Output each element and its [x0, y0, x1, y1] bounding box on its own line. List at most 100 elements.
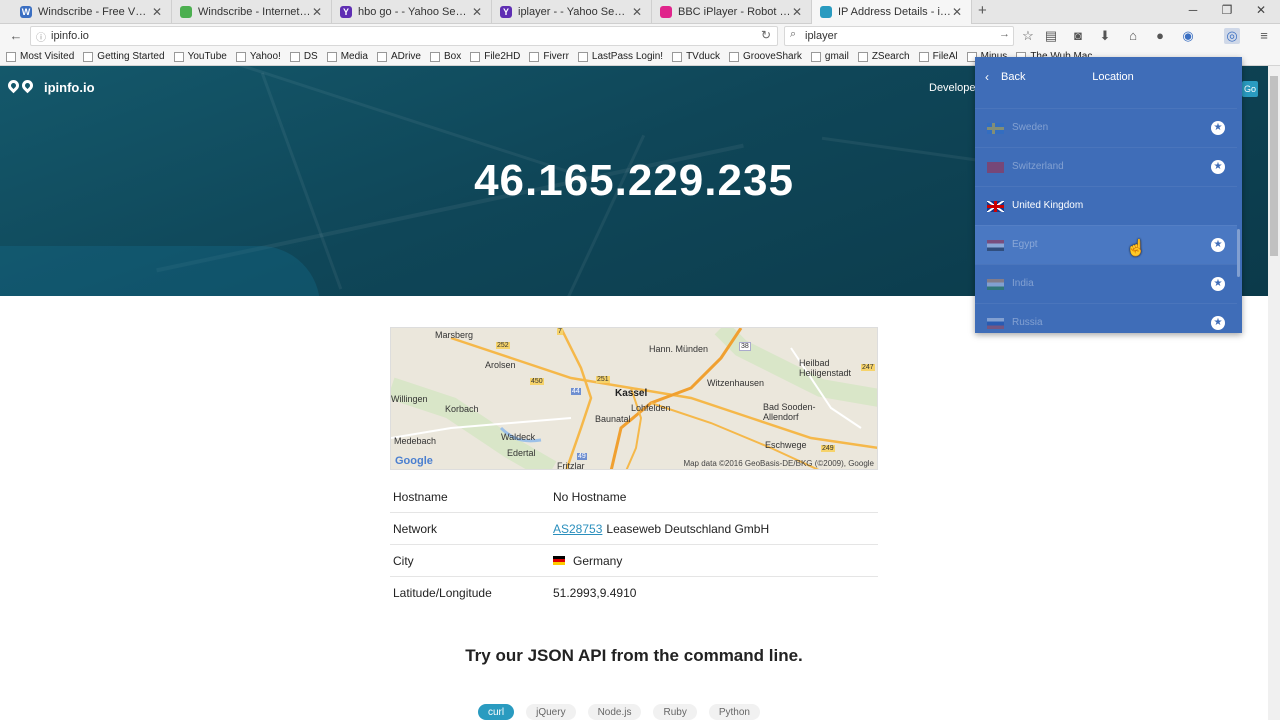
road-number: 450 — [530, 378, 544, 385]
egypt-flag-icon — [987, 240, 1004, 251]
map-label: Waldeck — [501, 432, 536, 442]
bookmark-item[interactable]: Most Visited — [6, 51, 74, 62]
map-label: Kassel — [615, 388, 648, 399]
panel-scrollbar[interactable] — [1237, 229, 1240, 277]
location-item-russia[interactable]: Russia ★ — [975, 303, 1237, 333]
yahoo-icon: Y — [340, 6, 352, 18]
bookmark-item[interactable]: YouTube — [173, 51, 227, 62]
url-bar[interactable]: ⓘ ipinfo.io ↻ — [30, 26, 778, 46]
bookmark-item[interactable]: ADrive — [376, 51, 421, 62]
close-window-icon[interactable]: ✕ — [1246, 3, 1276, 17]
back-arrow-icon[interactable]: ← — [8, 28, 24, 44]
map-label: Willingen — [391, 394, 428, 404]
road-number: 7 — [557, 328, 563, 335]
bookmark-item[interactable]: TVduck — [672, 51, 720, 62]
bookmark-star-icon[interactable]: ☆ — [1020, 28, 1036, 44]
google-logo: Google — [395, 455, 433, 467]
location-item-united-kingdom[interactable]: United Kingdom — [975, 186, 1237, 225]
location-item-india[interactable]: India ★ — [975, 264, 1237, 303]
favorite-star-icon[interactable]: ★ — [1211, 160, 1225, 174]
close-tab-icon[interactable]: ✕ — [951, 5, 963, 19]
bookmark-item[interactable]: FileAl — [918, 51, 958, 62]
windscribe-location-panel: ‹ Back Location Sweden ★ Switzerland ★ U… — [975, 57, 1242, 333]
bookmark-item[interactable]: File2HD — [470, 51, 520, 62]
tab-jquery[interactable]: jQuery — [526, 704, 576, 720]
tab-curl[interactable]: curl — [478, 704, 515, 720]
favorite-star-icon[interactable]: ★ — [1211, 277, 1225, 291]
map-label: Hann. Münden — [649, 344, 709, 354]
location-item-egypt[interactable]: Egypt ★ — [975, 225, 1237, 264]
details-row-city: City Germany — [390, 545, 878, 577]
browser-tab[interactable]: Windscribe - Internet as it ...✕ — [172, 0, 332, 24]
browser-tab-bar: WWindscribe - Free VPN an...✕ Windscribe… — [0, 0, 1280, 24]
map-label: Heilbad Heiligenstadt — [799, 358, 852, 378]
minimize-icon[interactable]: ─ — [1178, 3, 1208, 17]
chat-icon[interactable]: ● — [1152, 28, 1168, 44]
nav-developers-link[interactable]: Developer — [929, 82, 979, 94]
site-logo[interactable]: ipinfo.io — [5, 77, 95, 96]
india-flag-icon — [987, 279, 1004, 290]
windscribe-extension-icon[interactable]: ◎ — [1224, 28, 1240, 44]
search-go-icon[interactable]: → — [999, 28, 1010, 40]
bookmark-item[interactable]: Box — [429, 51, 461, 62]
bookmark-item[interactable]: gmail — [810, 51, 849, 62]
restore-icon[interactable]: ❐ — [1212, 3, 1242, 17]
search-bar[interactable]: ⌕ iplayer → — [784, 26, 1014, 46]
bookmark-folder-icon — [857, 51, 868, 62]
browser-tab[interactable]: BBC iPlayer - Robot Wars ...✕ — [652, 0, 812, 24]
browser-tab[interactable]: Yhbo go - - Yahoo Search R...✕ — [332, 0, 492, 24]
bookmark-item[interactable]: Yahoo! — [235, 51, 281, 62]
bookmark-item[interactable]: Media — [326, 51, 368, 62]
bookmark-item[interactable]: ZSearch — [857, 51, 910, 62]
location-map[interactable]: Marsberg Arolsen Hann. Münden Heilbad He… — [390, 327, 878, 470]
bookmark-item[interactable]: Getting Started — [83, 51, 165, 62]
details-row-latlon: Latitude/Longitude 51.2993,9.4910 — [393, 586, 637, 600]
close-tab-icon[interactable]: ✕ — [311, 5, 323, 19]
browser-tab[interactable]: Yiplayer - - Yahoo Search R...✕ — [492, 0, 652, 24]
tab-ruby[interactable]: Ruby — [653, 704, 697, 720]
bookmark-folder-icon — [728, 51, 739, 62]
bookmark-item[interactable]: Fiverr — [529, 51, 569, 62]
close-tab-icon[interactable]: ✕ — [151, 5, 163, 19]
bookmark-item[interactable]: DS — [289, 51, 318, 62]
close-tab-icon[interactable]: ✕ — [471, 5, 483, 19]
page-scrollbar[interactable] — [1268, 66, 1280, 720]
bookmark-folder-icon — [235, 51, 246, 62]
bookmark-folder-icon — [376, 51, 387, 62]
road-number: 38 — [739, 342, 751, 351]
tab-nodejs[interactable]: Node.js — [587, 704, 642, 720]
bookmark-item[interactable]: GrooveShark — [728, 51, 802, 62]
home-icon[interactable]: ⌂ — [1125, 28, 1141, 44]
pocket-icon[interactable]: ◙ — [1070, 28, 1086, 44]
api-heading: Try our JSON API from the command line. — [465, 646, 803, 665]
asn-link[interactable]: AS28753 — [553, 522, 602, 536]
favorite-star-icon[interactable]: ★ — [1211, 316, 1225, 330]
sync-icon[interactable]: ◉ — [1180, 28, 1196, 44]
download-icon[interactable]: ⬇ — [1097, 28, 1113, 44]
map-label: Arolsen — [485, 360, 516, 370]
windscribe-icon: W — [20, 6, 32, 18]
scrollbar-thumb[interactable] — [1270, 76, 1278, 256]
browser-tab[interactable]: WWindscribe - Free VPN an...✕ — [12, 0, 172, 24]
favorite-star-icon[interactable]: ★ — [1211, 238, 1225, 252]
map-label: Witzenhausen — [707, 378, 765, 388]
bookmark-item[interactable]: LastPass Login! — [577, 51, 663, 62]
go-button[interactable]: Go — [1242, 81, 1258, 97]
sweden-flag-icon — [987, 123, 1004, 134]
browser-tab-active[interactable]: IP Address Details - ipinfo.io✕ — [812, 0, 972, 24]
close-tab-icon[interactable]: ✕ — [631, 5, 643, 19]
location-item-sweden[interactable]: Sweden ★ — [975, 108, 1237, 147]
favorite-star-icon[interactable]: ★ — [1211, 121, 1225, 135]
reload-icon[interactable]: ↻ — [761, 28, 771, 42]
map-label: Medebach — [394, 436, 437, 446]
details-row-network: Network AS28753 Leaseweb Deutschland GmbH — [390, 513, 878, 545]
new-tab-icon[interactable]: + — [978, 2, 987, 19]
bookmark-folder-icon — [529, 51, 540, 62]
reading-list-icon[interactable]: ▤ — [1043, 28, 1059, 44]
menu-icon[interactable]: ≡ — [1256, 28, 1272, 44]
road-number: 251 — [596, 376, 610, 383]
close-tab-icon[interactable]: ✕ — [791, 5, 803, 19]
location-item-switzerland[interactable]: Switzerland ★ — [975, 147, 1237, 186]
details-row-hostname: Hostname No Hostname — [390, 481, 878, 513]
tab-python[interactable]: Python — [708, 704, 760, 720]
